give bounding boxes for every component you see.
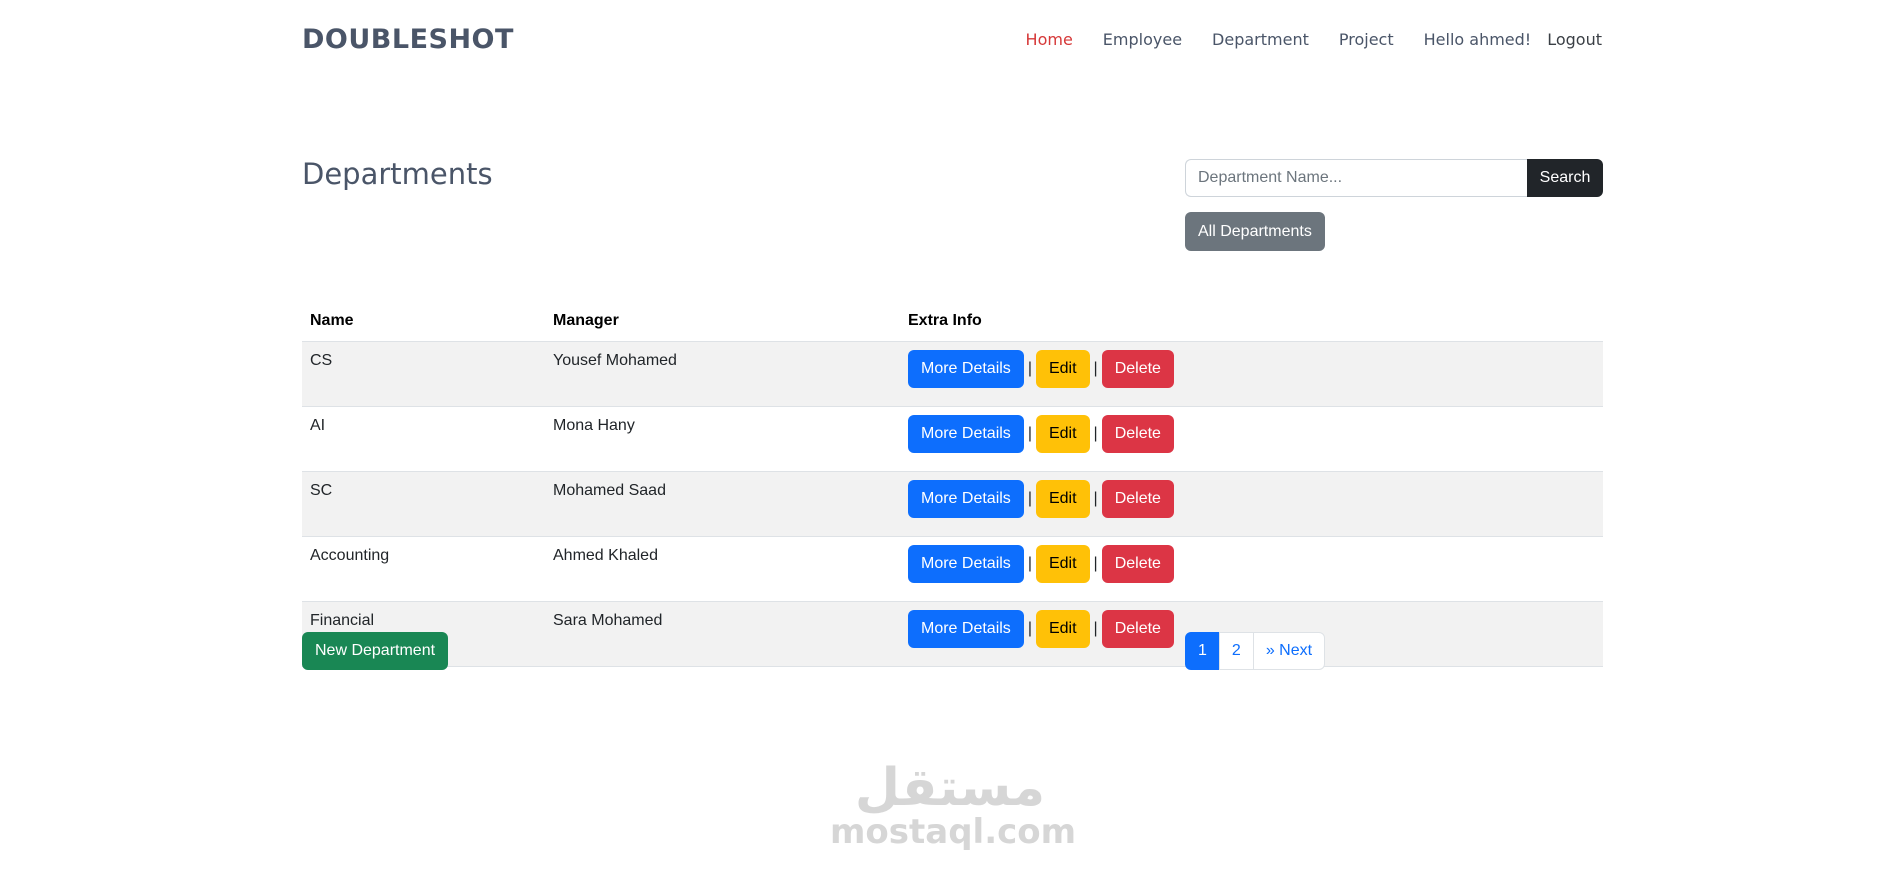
department-name-cell: CS: [302, 341, 545, 407]
watermark-arabic-text: مستقل: [854, 758, 1046, 818]
top-nav: Home Employee Department Project Hello a…: [996, 30, 1602, 49]
department-name-cell: Accounting: [302, 536, 545, 602]
delete-button[interactable]: Delete: [1101, 415, 1174, 453]
edit-button[interactable]: Edit: [1035, 610, 1090, 648]
more-details-button[interactable]: More Details: [908, 480, 1024, 518]
separator: |: [1027, 490, 1032, 507]
department-name-cell: AI: [302, 406, 545, 472]
actions-cell: More Details | Edit | Delete: [900, 536, 1603, 602]
nav-employee[interactable]: Employee: [1103, 30, 1182, 49]
separator: |: [1093, 425, 1098, 442]
delete-button[interactable]: Delete: [1101, 350, 1174, 388]
nav-department[interactable]: Department: [1212, 30, 1309, 49]
more-details-button[interactable]: More Details: [908, 350, 1024, 388]
column-header-manager: Manager: [545, 301, 900, 342]
table-row: CS Yousef Mohamed More Details | Edit | Dele…: [302, 341, 1603, 407]
search-button[interactable]: Search: [1527, 159, 1603, 197]
manager-cell: Mona Hany: [545, 406, 900, 472]
more-details-button[interactable]: More Details: [908, 610, 1024, 648]
separator: |: [1093, 555, 1098, 572]
edit-button[interactable]: Edit: [1035, 415, 1090, 453]
page-link-2[interactable]: 2: [1218, 632, 1254, 670]
table-row: SC Mohamed Saad More Details | Edit | Delete: [302, 471, 1603, 537]
more-details-button[interactable]: More Details: [908, 415, 1024, 453]
page-title: Departments: [302, 157, 493, 191]
page-link-1[interactable]: 1: [1185, 632, 1220, 670]
actions-cell: More Details | Edit | Delete: [900, 341, 1603, 407]
column-header-extra-info: Extra Info: [900, 301, 1603, 342]
manager-cell: Mohamed Saad: [545, 471, 900, 537]
delete-button[interactable]: Delete: [1101, 480, 1174, 518]
table-row: AI Mona Hany More Details | Edit | Delete: [302, 406, 1603, 472]
new-department-button[interactable]: New Department: [302, 632, 449, 670]
manager-cell: Yousef Mohamed: [545, 341, 900, 407]
search-form: Search: [1185, 159, 1603, 197]
delete-button[interactable]: Delete: [1101, 545, 1174, 583]
separator: |: [1093, 490, 1098, 507]
table-header-row: Name Manager Extra Info: [302, 301, 1603, 342]
actions-cell: More Details | Edit | Delete: [900, 406, 1603, 472]
nav-home[interactable]: Home: [1026, 30, 1073, 49]
next-page-link[interactable]: » Next: [1252, 632, 1326, 670]
separator: |: [1027, 425, 1032, 442]
watermark: مستقل mostaql.com: [830, 758, 1077, 852]
manager-cell: Ahmed Khaled: [545, 536, 900, 602]
table-row: Accounting Ahmed Khaled More Details | Edi…: [302, 536, 1603, 602]
search-input[interactable]: [1185, 159, 1527, 197]
all-departments-button[interactable]: All Departments: [1185, 212, 1325, 251]
departments-table: Name Manager Extra Info CS Yousef Mohame…: [302, 301, 1603, 667]
delete-button[interactable]: Delete: [1101, 610, 1174, 648]
logout-link[interactable]: Logout: [1547, 30, 1602, 49]
department-name-cell: SC: [302, 471, 545, 537]
manager-cell: Sara Mohamed: [545, 601, 900, 667]
user-greeting: Hello ahmed!: [1423, 30, 1532, 49]
separator: |: [1027, 360, 1032, 377]
edit-button[interactable]: Edit: [1035, 545, 1090, 583]
column-header-name: Name: [302, 301, 545, 342]
watermark-latin-text: mostaql.com: [830, 812, 1077, 852]
separator: |: [1093, 360, 1098, 377]
separator: |: [1027, 620, 1032, 637]
page: DOUBLESHOT Home Employee Department Proj…: [0, 0, 1893, 884]
separator: |: [1027, 555, 1032, 572]
actions-cell: More Details | Edit | Delete: [900, 471, 1603, 537]
table-row: Financial Sara Mohamed More Details | Edit…: [302, 601, 1603, 667]
edit-button[interactable]: Edit: [1035, 480, 1090, 518]
nav-project[interactable]: Project: [1339, 30, 1394, 49]
more-details-button[interactable]: More Details: [908, 545, 1024, 583]
pagination: 1 2 » Next: [1185, 632, 1326, 670]
brand-logo[interactable]: DOUBLESHOT: [302, 24, 514, 55]
edit-button[interactable]: Edit: [1035, 350, 1090, 388]
separator: |: [1093, 620, 1098, 637]
